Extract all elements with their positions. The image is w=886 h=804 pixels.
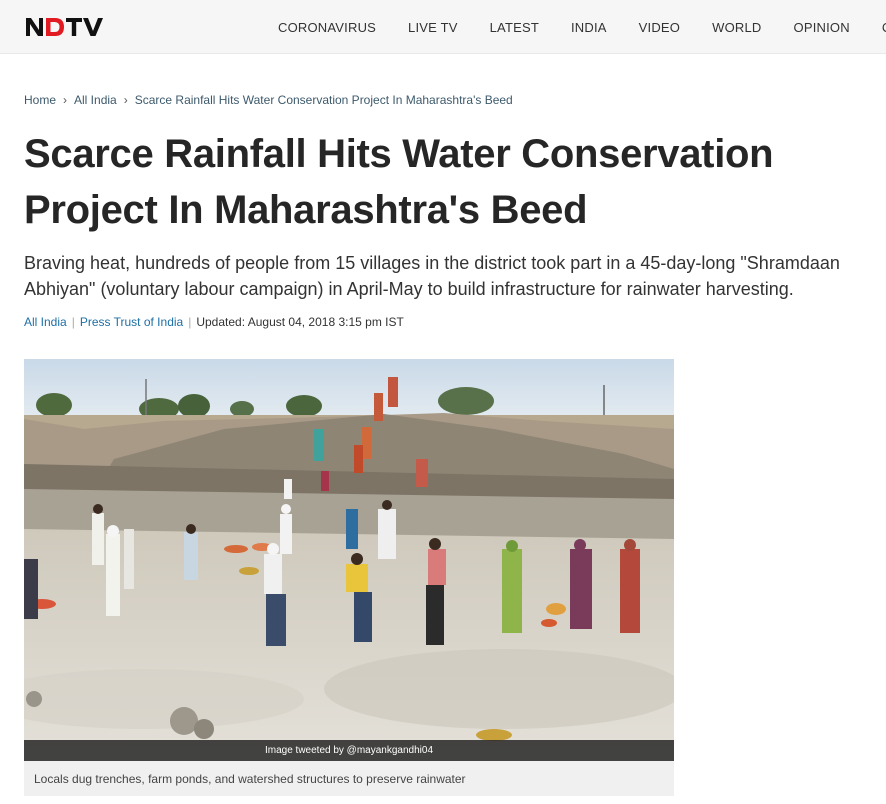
nav-item-india[interactable]: INDIA (555, 20, 623, 35)
breadcrumb-chevron-icon: › (123, 93, 128, 107)
nav-item-video[interactable]: VIDEO (623, 20, 696, 35)
article-headline: Scarce Rainfall Hits Water Conservation … (24, 132, 774, 232)
nav-item-latest[interactable]: LATEST (474, 20, 555, 35)
meta-updated-date: Updated: August 04, 2018 3:15 pm IST (196, 315, 404, 329)
breadcrumb-section[interactable]: All India (74, 93, 117, 107)
breadcrumb: Home › All India › Scarce Rainfall Hits … (24, 93, 513, 107)
article-meta: All India | Press Trust of India | Updat… (24, 315, 404, 329)
breadcrumb-chevron-icon: › (63, 93, 68, 107)
article-summary: Braving heat, hundreds of people from 15… (24, 253, 840, 299)
image-credit: Image tweeted by @mayankgandhi04 (264, 745, 434, 756)
image-caption: Locals dug trenches, farm ponds, and wat… (24, 761, 674, 796)
meta-separator: | (188, 315, 192, 329)
ndtv-logo[interactable] (24, 14, 118, 40)
nav-item-live-tv[interactable]: LIVE TV (392, 20, 474, 35)
nav-item-coronavirus[interactable]: CORONAVIRUS (262, 20, 392, 35)
photo-illustration (24, 359, 674, 761)
nav-item-opinion[interactable]: OPINION (778, 20, 866, 35)
main-nav: CORONAVIRUS LIVE TV LATEST INDIA VIDEO W… (262, 0, 886, 54)
article-photo (24, 359, 674, 761)
ndtv-logo-mark (26, 18, 103, 36)
breadcrumb-current: Scarce Rainfall Hits Water Conservation … (134, 93, 513, 107)
nav-item-cities[interactable]: CITIES (866, 20, 886, 35)
image-credit-bar: Image tweeted by @mayankgandhi04 (24, 740, 674, 761)
meta-category-link[interactable]: All India (24, 315, 67, 329)
top-navigation-bar: CORONAVIRUS LIVE TV LATEST INDIA VIDEO W… (0, 0, 886, 54)
meta-separator: | (71, 315, 75, 329)
breadcrumb-home[interactable]: Home (24, 93, 56, 107)
meta-source-link[interactable]: Press Trust of India (80, 315, 183, 329)
nav-item-world[interactable]: WORLD (696, 20, 777, 35)
article-image: Image tweeted by @mayankgandhi04 (24, 359, 674, 761)
